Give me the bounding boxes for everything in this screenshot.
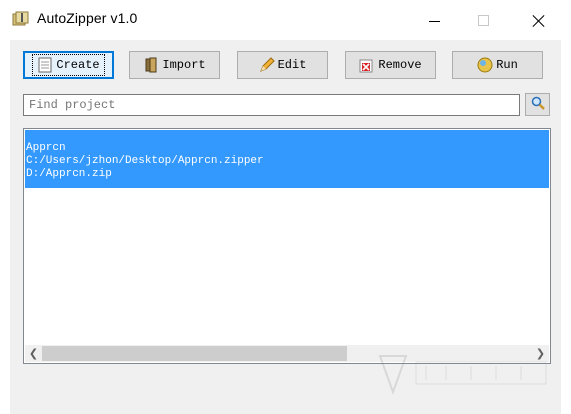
pencil-icon [259,57,275,73]
remove-button-label: Remove [378,58,422,72]
project-target-path: D:/Apprcn.zip [26,168,112,180]
window-title: AutoZipper v1.0 [37,10,138,26]
run-icon [477,57,493,73]
document-icon [37,57,53,73]
run-button[interactable]: Run [452,51,543,79]
import-button-label: Import [162,58,206,72]
project-list[interactable]: Apprcn C:/Users/jzhon/Desktop/Apprcn.zip… [23,128,551,364]
run-button-content: Run [475,57,520,73]
remove-button-content: Remove [357,57,423,73]
search-icon [531,96,545,113]
scroll-left-icon[interactable]: ❮ [25,345,42,362]
app-window: AutoZipper v1.0 Create Import Edit Remov… [0,0,571,414]
run-button-label: Run [496,58,518,72]
edit-button-label: Edit [277,58,307,72]
import-button-content: Import [141,57,207,73]
create-button-content: Create [32,54,105,76]
close-icon [532,14,545,27]
close-button[interactable] [515,0,561,40]
app-icon [12,11,30,27]
watermark-logo [376,352,556,396]
scrollbar-thumb[interactable] [42,346,347,361]
minimize-button[interactable] [411,0,457,40]
remove-button[interactable]: Remove [345,51,436,79]
delete-icon [359,57,375,73]
maximize-icon [477,14,489,26]
search-button[interactable] [525,93,550,116]
book-icon [143,57,159,73]
create-button[interactable]: Create [23,51,114,79]
title-bar[interactable]: AutoZipper v1.0 [0,0,571,40]
import-button[interactable]: Import [129,51,220,79]
project-name: Apprcn [26,142,66,154]
create-button-label: Create [56,58,100,72]
search-input[interactable] [23,94,520,116]
minimize-icon [428,20,440,22]
maximize-button[interactable] [460,0,506,40]
edit-button[interactable]: Edit [237,51,328,79]
list-item[interactable]: Apprcn C:/Users/jzhon/Desktop/Apprcn.zip… [25,130,549,188]
edit-button-content: Edit [257,57,309,73]
project-source-path: C:/Users/jzhon/Desktop/Apprcn.zipper [26,155,264,167]
